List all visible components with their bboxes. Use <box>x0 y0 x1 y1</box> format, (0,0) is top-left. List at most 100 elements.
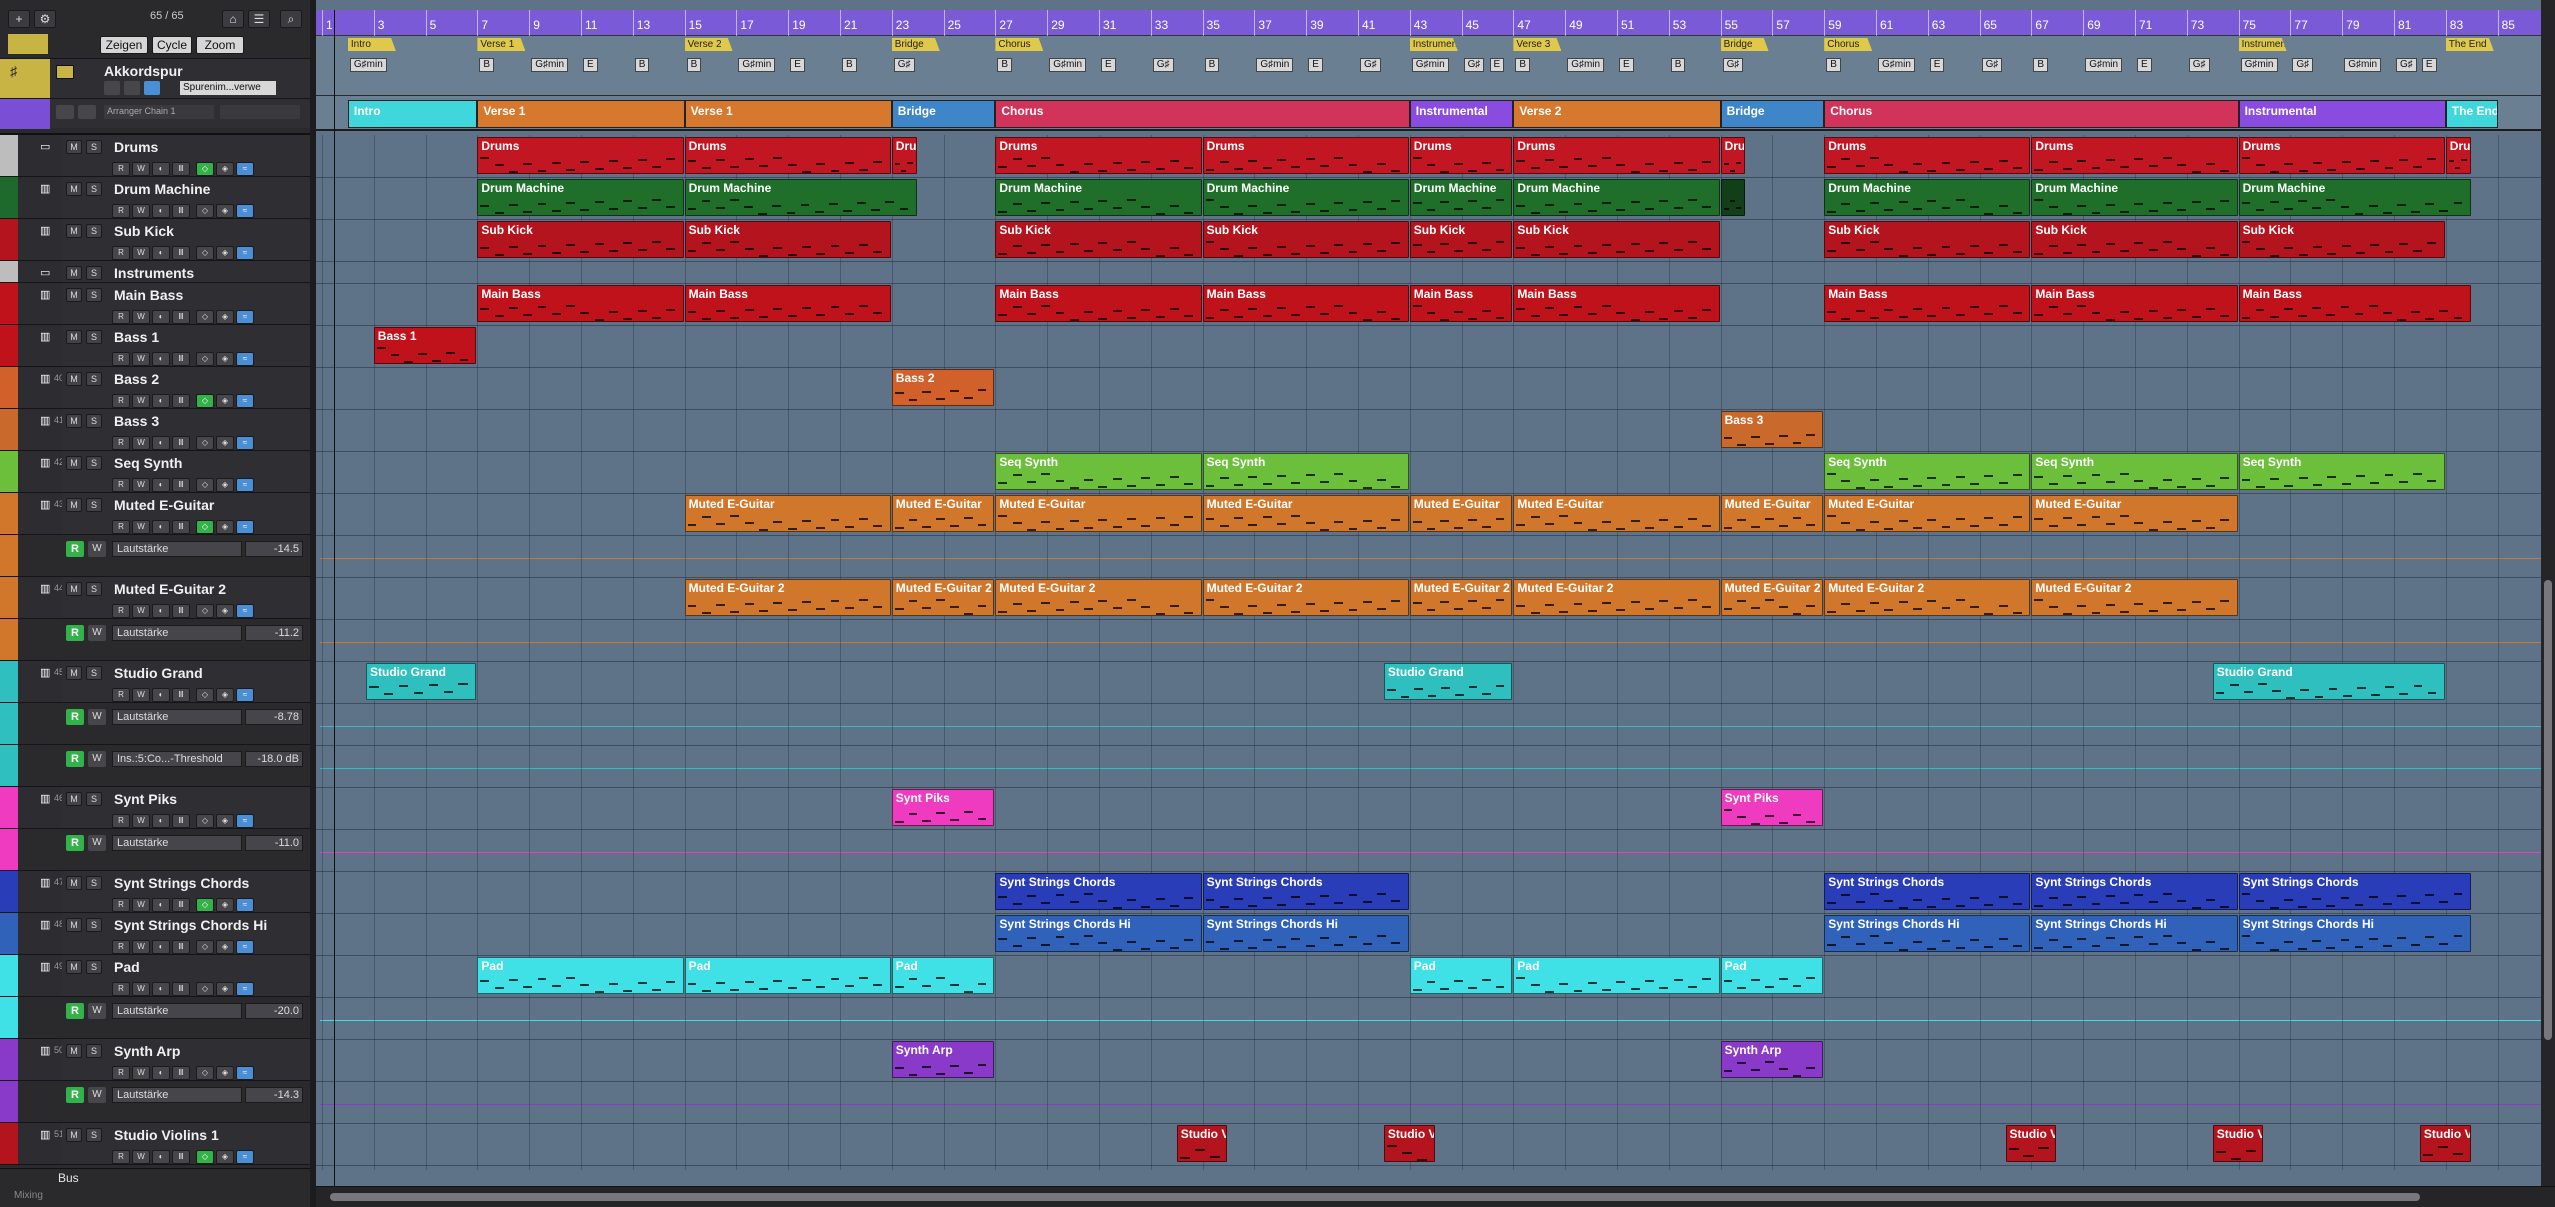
automation-value[interactable]: -8.78 <box>245 709 303 725</box>
mute-button[interactable]: M <box>66 330 82 344</box>
monitor-icon[interactable]: ◐ <box>152 310 170 324</box>
write-icon[interactable]: W <box>132 162 150 176</box>
automation-lane-header[interactable]: R W Lautstärke -20.0 <box>0 997 310 1039</box>
chord-track-lane[interactable]: Intro Verse 1 Verse 2 Bridge Chorus Instrumen… <box>316 36 2555 96</box>
lanes-icon[interactable]: ≈ <box>236 898 254 912</box>
track-version-icon[interactable]: ◇ <box>196 1066 214 1080</box>
midi-part[interactable]: Synt Strings Chords Hi <box>1202 915 1409 952</box>
chord-section-marker[interactable]: Instrumental <box>2238 38 2287 51</box>
track-name[interactable]: Studio Violins 1 <box>114 1127 219 1143</box>
lock-icon[interactable]: ◈ <box>216 162 234 176</box>
automation-value[interactable]: -20.0 <box>245 1003 303 1019</box>
midi-part[interactable]: Studio Grand <box>366 663 477 700</box>
midi-part[interactable]: Main Bass <box>995 285 1202 322</box>
midi-part[interactable]: Muted E-Guitar <box>995 495 1202 532</box>
monitor-icon[interactable]: ◐ <box>152 246 170 260</box>
write-icon[interactable]: W <box>132 898 150 912</box>
lanes-icon[interactable]: ≈ <box>236 1150 254 1164</box>
cycle-button[interactable]: Cycle <box>152 36 192 54</box>
mute-button[interactable]: M <box>66 266 82 280</box>
midi-part[interactable]: Muted E-Guitar 2 <box>684 579 891 616</box>
solo-button[interactable]: S <box>86 876 102 890</box>
midi-part[interactable]: Muted E-Guitar <box>2031 495 2238 532</box>
lanes-icon[interactable]: ≈ <box>236 204 254 218</box>
vertical-scroll-thumb[interactable] <box>2544 580 2552 1040</box>
midi-part[interactable]: Pad <box>684 957 891 994</box>
chord-section-marker[interactable]: Verse 1 <box>477 38 526 51</box>
automation-lane-header[interactable]: R W Ins.:5:Co...-Threshold -18.0 dB <box>0 745 310 787</box>
automation-lane-header[interactable]: R W Lautstärke -11.0 <box>0 829 310 871</box>
chord-event[interactable]: G♯min <box>1411 58 1449 72</box>
midi-part[interactable]: Drums <box>1824 137 2031 174</box>
midi-part[interactable]: Main Bass <box>477 285 684 322</box>
track-version-icon[interactable]: ◇ <box>196 898 214 912</box>
midi-part[interactable]: Synt Strings Chords <box>995 873 1202 910</box>
midi-part[interactable]: Muted E-Guitar <box>1513 495 1720 532</box>
midi-part[interactable]: Drum Machine <box>1513 179 1720 216</box>
record-enable-icon[interactable]: R <box>112 436 130 450</box>
track-version-icon[interactable]: ◇ <box>196 310 214 324</box>
arranger-section[interactable]: Chorus <box>1824 100 2239 128</box>
midi-part[interactable]: Drum Machine <box>477 179 684 216</box>
write-icon[interactable]: W <box>132 204 150 218</box>
edit-instrument-icon[interactable]: Ⅲ <box>172 478 190 492</box>
automation-curve[interactable] <box>320 558 2545 560</box>
midi-part[interactable]: Muted E-Guitar 2 <box>891 579 995 616</box>
track-name[interactable]: Bass 1 <box>114 329 159 345</box>
midi-part[interactable]: Dru <box>1720 137 1746 174</box>
midi-part[interactable]: Sub Kick <box>2031 221 2238 258</box>
track-version-icon[interactable]: ◇ <box>196 246 214 260</box>
instrument-track-header[interactable]: ▥ M S Drum Machine R W ◐ Ⅲ ◇ ◈ ≈ <box>0 177 310 219</box>
edit-instrument-icon[interactable]: Ⅲ <box>172 1066 190 1080</box>
midi-part[interactable]: Sub Kick <box>684 221 891 258</box>
lock-icon[interactable]: ◈ <box>216 394 234 408</box>
chord-event[interactable]: E <box>583 58 598 72</box>
instrument-track-header[interactable]: ▥ 49 M S Pad R W ◐ Ⅲ ◇ ◈ ≈ <box>0 955 310 997</box>
write-icon[interactable]: W <box>132 520 150 534</box>
midi-part[interactable]: Bass 2 <box>891 369 995 406</box>
search-icon[interactable]: ⌕ <box>280 10 302 28</box>
track-name[interactable]: Synth Arp <box>114 1043 180 1059</box>
chord-event[interactable]: B <box>1204 58 1220 72</box>
midi-part[interactable]: Muted E-Guitar <box>684 495 891 532</box>
lock-icon[interactable]: ◈ <box>216 520 234 534</box>
write-icon[interactable]: W <box>132 246 150 260</box>
midi-part[interactable]: Drums <box>1409 137 1513 174</box>
solo-button[interactable]: S <box>86 456 102 470</box>
record-enable-icon[interactable]: R <box>112 520 130 534</box>
automation-parameter[interactable]: Lautstärke <box>112 625 242 641</box>
chord-section-marker[interactable]: Chorus <box>995 38 1044 51</box>
track-name[interactable]: Muted E-Guitar 2 <box>114 581 226 597</box>
chord-event[interactable]: G♯ <box>2188 58 2210 72</box>
edit-instrument-icon[interactable]: Ⅲ <box>172 436 190 450</box>
lanes-icon[interactable]: ≈ <box>236 162 254 176</box>
midi-part[interactable]: Seq Synth <box>2031 453 2238 490</box>
midi-part[interactable]: Drums <box>1513 137 1720 174</box>
lock-icon[interactable]: ◈ <box>216 352 234 366</box>
folder-track-header[interactable]: ▭ M S Drums R W ◐ Ⅲ ◇ ◈ ≈ <box>0 135 310 177</box>
chord-section-marker[interactable]: Chorus <box>1824 38 1873 51</box>
solo-button[interactable]: S <box>86 918 102 932</box>
horizontal-scroll-thumb[interactable] <box>330 1193 2420 1201</box>
instrument-track-header[interactable]: ▥ 51 M S Studio Violins 1 R W ◐ Ⅲ ◇ ◈ ≈ <box>0 1123 310 1165</box>
write-automation-button[interactable]: W <box>88 751 106 767</box>
track-presets-icon[interactable]: ⚙ <box>34 10 56 28</box>
read-automation-button[interactable]: R <box>66 625 84 641</box>
midi-part[interactable]: Muted E-Guitar 2 <box>1409 579 1513 616</box>
midi-part[interactable]: Studio Vi <box>2419 1125 2471 1162</box>
chord-event[interactable]: E <box>1101 58 1116 72</box>
chord-event[interactable]: B <box>1670 58 1686 72</box>
mute-button[interactable]: M <box>66 372 82 386</box>
chord-event[interactable]: B <box>1515 58 1531 72</box>
chord-track-header[interactable]: ♯ Akkordspur Spurenim...verwe <box>0 58 310 99</box>
record-enable-icon[interactable]: R <box>112 688 130 702</box>
write-icon[interactable]: W <box>132 982 150 996</box>
automation-lane-header[interactable]: R W Lautstärke -14.3 <box>0 1081 310 1123</box>
midi-part[interactable]: Muted E-Guitar 2 <box>1202 579 1409 616</box>
midi-part[interactable]: Synt Strings Chords Hi <box>2031 915 2238 952</box>
solo-button[interactable]: S <box>86 372 102 386</box>
chord-event[interactable]: B <box>686 58 702 72</box>
chord-event[interactable]: G♯min <box>531 58 569 72</box>
lock-icon[interactable]: ◈ <box>216 940 234 954</box>
write-icon[interactable]: W <box>132 1066 150 1080</box>
